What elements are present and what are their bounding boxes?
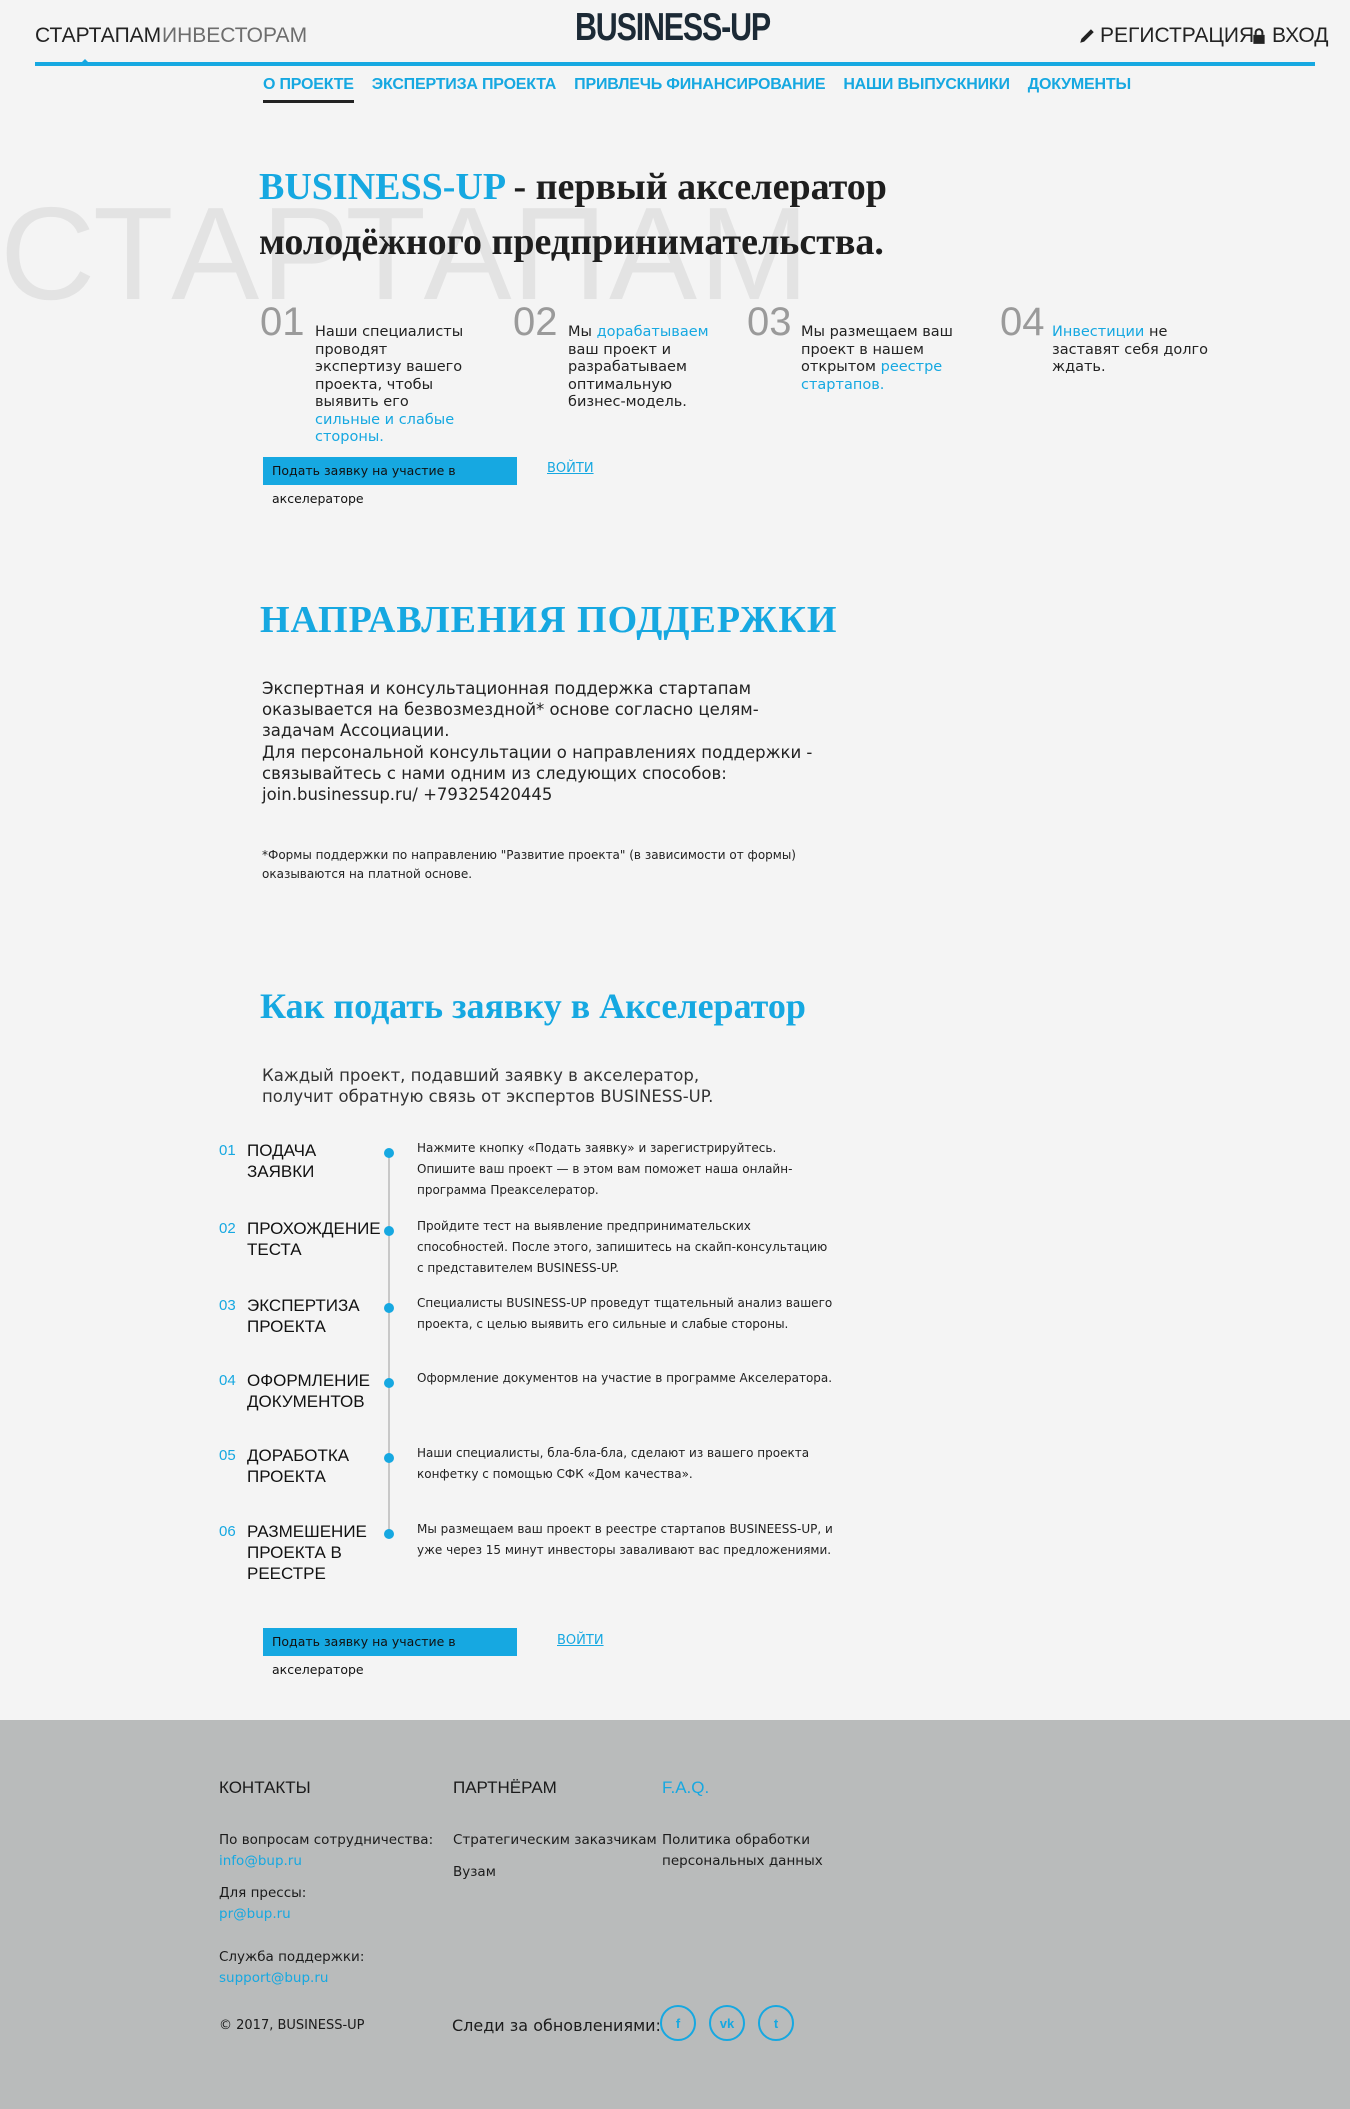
- hero-steps: 01 Наши специалисты проводят экспертизу …: [260, 300, 1240, 445]
- step-text: Инвестиции не заставят себя долго ждать.: [1052, 324, 1209, 375]
- footer-support-email[interactable]: support@bup.ru: [219, 1968, 433, 1989]
- top-header: СТАРТАПАМ ИНВЕСТОРАМ BUSINESS-UP РЕГИСТР…: [35, 0, 1329, 66]
- apply-timeline: 01 ПОДАЧА ЗАЯВКИ Нажмите кнопку «Подать …: [218, 1140, 858, 1600]
- vk-icon[interactable]: vk: [709, 2005, 745, 2041]
- site-logo[interactable]: BUSINESS-UP: [575, 6, 771, 50]
- login-label: ВХОД: [1272, 24, 1329, 47]
- timeline-number: 03: [219, 1297, 236, 1314]
- login-text-link-bottom[interactable]: ВОЙТИ: [557, 1633, 604, 1648]
- footer-contacts-title: КОНТАКТЫ: [219, 1778, 311, 1797]
- tab-startups[interactable]: СТАРТАПАМ: [35, 24, 161, 48]
- register-link[interactable]: РЕГИСТРАЦИЯ: [1078, 24, 1254, 48]
- timeline-dot: [384, 1226, 394, 1236]
- login-text-link[interactable]: ВОЙТИ: [547, 461, 594, 476]
- follow-label: Следи за обновлениями:: [452, 2016, 661, 2035]
- step-number: 02: [513, 300, 558, 344]
- timeline-dot: [384, 1453, 394, 1463]
- lock-icon: [1253, 28, 1265, 44]
- support-paragraph: Для персональной консультации о направле…: [262, 743, 813, 783]
- timeline-number: 05: [219, 1447, 236, 1464]
- footer-coop-label: По вопросам сотрудничества:: [219, 1832, 434, 1848]
- support-contacts: join.businessup.ru/ +79325420445: [262, 785, 553, 804]
- timeline-title: ЭКСПЕРТИЗА ПРОЕКТА: [247, 1296, 360, 1336]
- footer-privacy-link[interactable]: Политика обработки персональных данных: [662, 1830, 832, 1872]
- footer-press-label: Для прессы:: [219, 1885, 307, 1901]
- tab-investors[interactable]: ИНВЕСТОРАМ: [162, 24, 307, 48]
- apply-button[interactable]: Подать заявку на участие в акселераторе: [263, 457, 517, 506]
- support-paragraph: Экспертная и консультационная поддержка …: [262, 679, 759, 740]
- timeline-line: [388, 1150, 390, 1532]
- timeline-desc: Наши специалисты, бла-бла-бла, сделают и…: [417, 1446, 810, 1481]
- footer-contacts: КОНТАКТЫ По вопросам сотрудничества: inf…: [219, 1778, 433, 1989]
- site-footer: КОНТАКТЫ По вопросам сотрудничества: inf…: [0, 1720, 1350, 2109]
- step-text: Наши специалисты проводят экспертизу ваш…: [315, 324, 464, 446]
- footer-partners: ПАРТНЁРАМ Стратегическим заказчикам Вуза…: [453, 1778, 657, 1883]
- timeline-number: 01: [219, 1142, 236, 1159]
- timeline-title: РАЗМЕШЕНИЕ ПРОЕКТА В РЕЕСТРЕ: [247, 1522, 367, 1583]
- timeline-title: ПРОХОЖДЕНИЕ ТЕСТА: [247, 1219, 381, 1259]
- footer-partners-title: ПАРТНЁРАМ: [453, 1778, 557, 1797]
- step-text: Мы дорабатываем ваш проект и разрабатыва…: [568, 324, 709, 410]
- copyright: © 2017, BUSINESS-UP: [219, 2018, 365, 2033]
- step-link[interactable]: Инвестиции: [1052, 324, 1144, 340]
- footer-support-label: Служба поддержки:: [219, 1949, 365, 1965]
- subnav-graduates[interactable]: НАШИ ВЫПУСКНИКИ: [843, 76, 1010, 103]
- facebook-icon[interactable]: f: [660, 2005, 696, 2041]
- subnav-expertise[interactable]: ЭКСПЕРТИЗА ПРОЕКТА: [372, 76, 557, 103]
- step-number: 01: [260, 300, 305, 344]
- subnav-funding[interactable]: ПРИВЛЕЧЬ ФИНАНСИРОВАНИЕ: [574, 76, 825, 103]
- step-number: 04: [1000, 300, 1045, 344]
- timeline-dot: [384, 1148, 394, 1158]
- subnav-about[interactable]: О ПРОЕКТЕ: [263, 76, 354, 103]
- footer-partner-link[interactable]: Вузам: [453, 1862, 657, 1883]
- pencil-icon: [1080, 29, 1094, 43]
- footer-faq-title[interactable]: F.A.Q.: [662, 1778, 832, 1798]
- timeline-number: 02: [219, 1220, 236, 1237]
- step-link[interactable]: дорабатываем: [597, 324, 709, 340]
- how-intro: Каждый проект, подавший заявку в акселер…: [262, 1066, 714, 1106]
- timeline-dot: [384, 1529, 394, 1539]
- timeline-title: ОФОРМЛЕНИЕ ДОКУМЕНТОВ: [247, 1371, 371, 1411]
- footer-coop-email[interactable]: info@bup.ru: [219, 1851, 433, 1872]
- step-number: 03: [747, 300, 792, 344]
- apply-button-bottom[interactable]: Подать заявку на участие в акселераторе: [263, 1628, 517, 1677]
- timeline-desc: Оформление документов на участие в прогр…: [417, 1371, 833, 1385]
- hero-title: BUSINESS-UP - первый акселератор молодёж…: [259, 160, 979, 270]
- timeline-desc: Пройдите тест на выявление предпринимате…: [417, 1219, 828, 1275]
- footer-press-email[interactable]: pr@bup.ru: [219, 1904, 433, 1925]
- timeline-desc: Нажмите кнопку «Подать заявку» и зарегис…: [417, 1141, 793, 1197]
- footer-partner-link[interactable]: Стратегическим заказчикам: [453, 1830, 657, 1851]
- how-title: Как подать заявку в Акселератор: [260, 986, 806, 1026]
- subnav-documents[interactable]: ДОКУМЕНТЫ: [1028, 76, 1131, 103]
- timeline-dot: [384, 1378, 394, 1388]
- timeline-number: 04: [219, 1372, 236, 1389]
- timeline-desc: Мы размещаем ваш проект в реестре старта…: [417, 1522, 833, 1557]
- timeline-title: ПОДАЧА ЗАЯВКИ: [247, 1141, 317, 1181]
- hero-brand: BUSINESS-UP: [259, 166, 504, 208]
- support-title: НАПРАВЛЕНИЯ ПОДДЕРЖКИ: [260, 599, 838, 641]
- twitter-icon[interactable]: t: [758, 2005, 794, 2041]
- step-link[interactable]: сильные и слабые стороны.: [315, 412, 454, 446]
- timeline-desc: Специалисты BUSINESS-UP проведут тщатель…: [417, 1296, 833, 1331]
- register-label: РЕГИСТРАЦИЯ: [1100, 24, 1255, 47]
- support-footnote: *Формы поддержки по направлению "Развити…: [262, 848, 796, 881]
- timeline-title: ДОРАБОТКА ПРОЕКТА: [247, 1446, 350, 1486]
- login-link[interactable]: ВХОД: [1250, 24, 1329, 48]
- section-nav: О ПРОЕКТЕ ЭКСПЕРТИЗА ПРОЕКТА ПРИВЛЕЧЬ ФИ…: [263, 76, 1131, 103]
- timeline-number: 06: [219, 1523, 236, 1540]
- footer-faq: F.A.Q. Политика обработки персональных д…: [662, 1778, 832, 1872]
- timeline-dot: [384, 1303, 394, 1313]
- step-text: Мы размещаем ваш проект в нашем открытом…: [801, 324, 953, 393]
